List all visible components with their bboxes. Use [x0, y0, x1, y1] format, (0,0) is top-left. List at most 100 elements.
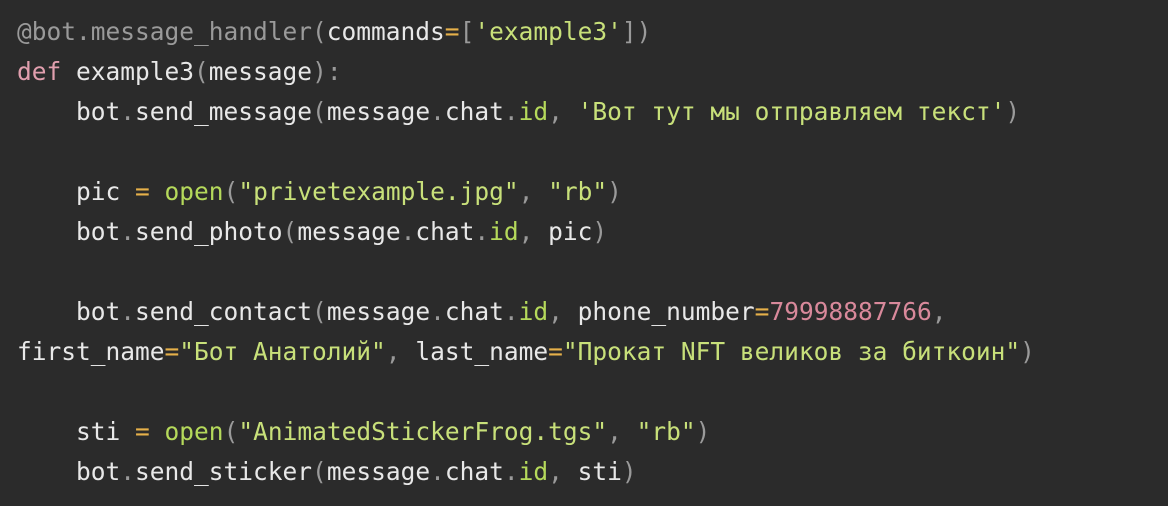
code-line: ​: [17, 252, 1157, 292]
code-token: open: [164, 177, 224, 206]
code-token: send_contact: [135, 297, 313, 326]
code-line: bot.send_contact(message.chat.id, phone_…: [17, 292, 1157, 332]
code-token: =: [135, 417, 150, 446]
code-token: bot: [17, 217, 121, 246]
code-token: sti: [577, 457, 622, 486]
code-token: @bot.message_handler: [17, 17, 313, 46]
code-token: def: [17, 57, 62, 86]
code-token: bot: [17, 297, 121, 326]
code-token: =: [754, 297, 770, 326]
code-line: sti = open("AnimatedStickerFrog.tgs", "r…: [17, 412, 1157, 452]
code-token: id: [489, 217, 519, 246]
code-token: =: [135, 177, 150, 206]
code-token: (: [194, 57, 209, 86]
code-line: def example3(message):: [17, 52, 1157, 92]
code-token: (: [312, 457, 327, 486]
code-editor[interactable]: @bot.message_handler(commands=['example3…: [17, 12, 1157, 492]
code-token: chat: [415, 217, 475, 246]
code-token: 'Вот тут мы отправляем текст': [577, 97, 1006, 126]
code-token: .: [430, 297, 445, 326]
code-token: 'example3': [474, 17, 622, 46]
code-token: ,: [548, 457, 578, 486]
code-token: ): [621, 457, 637, 486]
code-token: .: [430, 457, 445, 486]
code-token: send_sticker: [135, 457, 313, 486]
code-token: =: [444, 17, 460, 46]
code-token: message: [326, 457, 431, 486]
code-token: ): [695, 417, 711, 446]
code-token: "rb": [636, 417, 696, 446]
code-line: pic = open("privetexample.jpg", "rb"): [17, 172, 1157, 212]
code-token: chat: [444, 457, 504, 486]
code-token: last_name: [415, 337, 549, 366]
code-token: ): [592, 217, 608, 246]
code-token: (: [223, 177, 239, 206]
code-token: chat: [444, 97, 504, 126]
code-token: .: [120, 457, 136, 486]
code-token: [: [459, 17, 475, 46]
code-token: open: [164, 417, 224, 446]
code-line: @bot.message_handler(commands=['example3…: [17, 12, 1157, 52]
code-token: message: [326, 297, 431, 326]
code-token: first_name: [17, 337, 165, 366]
code-token: "privetexample.jpg": [238, 177, 519, 206]
code-token: .: [400, 217, 416, 246]
code-line: bot.send_sticker(message.chat.id, sti): [17, 452, 1157, 492]
code-token: (: [223, 417, 239, 446]
code-token: pic: [17, 177, 136, 206]
code-token: message: [326, 97, 431, 126]
code-token: example3: [61, 57, 195, 86]
code-line: ​: [17, 132, 1157, 172]
code-token: message: [208, 57, 313, 86]
code-line: ​: [17, 372, 1157, 412]
code-token: .: [503, 457, 519, 486]
code-token: =: [548, 337, 563, 366]
code-token: ,: [518, 217, 549, 246]
code-token: bot: [17, 457, 121, 486]
code-token: send_photo: [135, 217, 283, 246]
code-token: "Прокат NFT великов за биткоин": [562, 337, 1021, 366]
code-token: ]): [621, 17, 652, 46]
code-token: phone_number: [577, 297, 755, 326]
code-token: id: [518, 457, 549, 486]
code-token: "AnimatedStickerFrog.tgs": [238, 417, 608, 446]
code-token: "rb": [548, 177, 608, 206]
code-token: ,: [607, 417, 637, 446]
code-token: .: [474, 217, 490, 246]
code-token: ,: [548, 297, 578, 326]
code-token: =: [164, 337, 180, 366]
code-token: .: [120, 217, 136, 246]
code-token: (: [312, 297, 327, 326]
code-token: ): [607, 177, 622, 206]
code-token: ,: [385, 337, 416, 366]
code-token: "Бот Анатолий": [179, 337, 386, 366]
code-token: pic: [548, 217, 593, 246]
code-line: first_name="Бот Анатолий", last_name="Пр…: [17, 332, 1157, 372]
code-token: commands: [326, 17, 445, 46]
code-token: 79998887766: [769, 297, 932, 326]
code-token: send_message: [135, 97, 313, 126]
code-token: ,: [518, 177, 549, 206]
code-token: ):: [312, 57, 342, 86]
code-token: message: [297, 217, 401, 246]
code-token: .: [120, 97, 136, 126]
code-line: bot.send_photo(message.chat.id, pic): [17, 212, 1157, 252]
code-token: id: [518, 297, 549, 326]
code-token: chat: [444, 297, 504, 326]
code-token: (: [312, 97, 327, 126]
code-token: ): [1020, 337, 1035, 366]
code-token: ,: [931, 297, 947, 326]
code-token: sti: [17, 417, 136, 446]
code-token: (: [282, 217, 298, 246]
code-token: .: [430, 97, 445, 126]
code-line: bot.send_message(message.chat.id, 'Вот т…: [17, 92, 1157, 132]
code-token: .: [503, 297, 519, 326]
code-token: ): [1005, 97, 1021, 126]
code-token: (: [312, 17, 327, 46]
code-token: .: [503, 97, 519, 126]
code-token: bot: [17, 97, 121, 126]
code-token: .: [120, 297, 136, 326]
code-token: ,: [548, 97, 578, 126]
